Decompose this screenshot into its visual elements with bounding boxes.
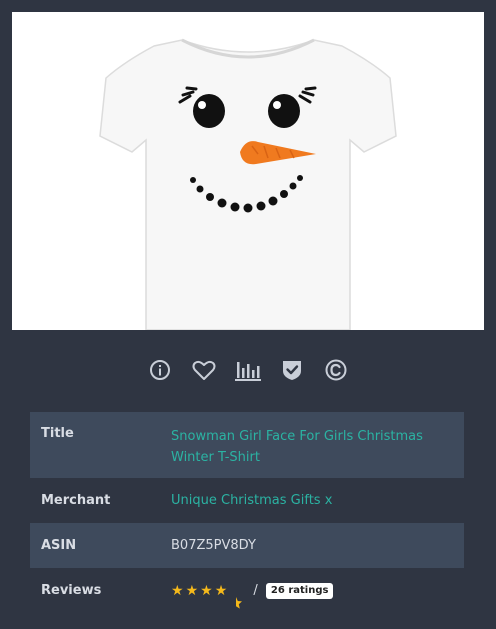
table-row-title: Title Snowman Girl Face For Girls Christ… xyxy=(30,412,464,478)
product-card: Title Snowman Girl Face For Girls Christ… xyxy=(0,0,496,614)
shield-check-icon xyxy=(283,361,301,380)
sales-chart-button[interactable] xyxy=(232,354,264,386)
heart-icon xyxy=(192,360,216,380)
star-half-icon xyxy=(229,584,243,609)
star-full-icon: ★ xyxy=(185,582,199,599)
bar-chart-icon xyxy=(235,362,261,381)
title-value-cell: Snowman Girl Face For Girls Christmas Wi… xyxy=(161,412,464,478)
title-label: Title xyxy=(41,426,74,441)
tshirt-image xyxy=(99,38,397,330)
star-full-icon: ★ xyxy=(200,582,213,599)
star-full-icon: ★ xyxy=(214,582,228,599)
asin-label: ASIN xyxy=(41,538,77,553)
reviews-value-cell: ★ ★ ★ ★ / 26 ratings xyxy=(161,568,464,613)
info-button[interactable] xyxy=(144,354,176,386)
favorite-button[interactable] xyxy=(188,354,220,386)
title-link[interactable]: Snowman Girl Face For Girls Christmas Wi… xyxy=(171,426,454,468)
product-image[interactable] xyxy=(12,12,484,330)
table-row-asin: ASIN B07Z5PV8DY xyxy=(30,523,464,568)
reviews-label: Reviews xyxy=(41,583,102,598)
copyright-icon xyxy=(325,359,347,381)
action-bar xyxy=(0,354,496,386)
table-row-merchant: Merchant Unique Christmas Gifts x xyxy=(30,478,464,523)
merchant-value-cell: Unique Christmas Gifts x xyxy=(161,478,464,523)
trademark-check-button[interactable] xyxy=(276,354,308,386)
table-row-reviews: Reviews ★ ★ ★ ★ / 26 ratings xyxy=(30,568,464,613)
star-full-icon: ★ xyxy=(171,582,184,599)
merchant-label: Merchant xyxy=(41,493,111,508)
product-details-table: Title Snowman Girl Face For Girls Christ… xyxy=(30,412,464,613)
ratings-separator: / xyxy=(253,583,258,598)
copyright-button[interactable] xyxy=(320,354,352,386)
asin-value: B07Z5PV8DY xyxy=(171,538,256,553)
ratings-count-badge[interactable]: 26 ratings xyxy=(265,582,334,599)
star-rating: ★ ★ ★ ★ xyxy=(171,582,243,609)
merchant-link[interactable]: Unique Christmas Gifts x xyxy=(171,478,454,523)
info-icon xyxy=(150,360,170,380)
